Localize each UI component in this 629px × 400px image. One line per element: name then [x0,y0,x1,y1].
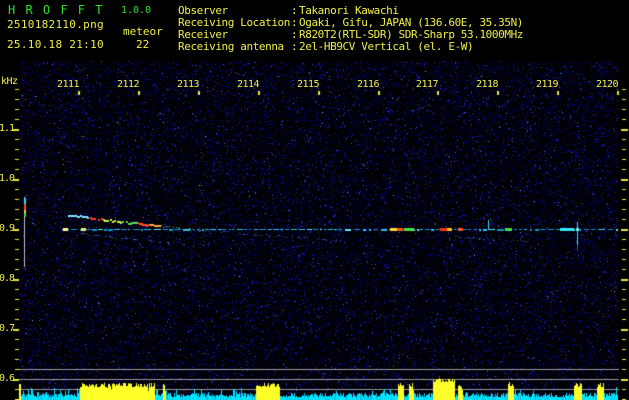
time-tick-label: 2116 [356,79,380,90]
time-tick-label: 2112 [116,79,140,90]
freq-tick-label: 1.1 [0,123,15,134]
time-tick-label: 2119 [535,79,559,90]
spectrogram-canvas [0,0,629,400]
app-title: H R O F F T [8,3,104,17]
freq-axis-unit-label: kHz [1,76,18,87]
app-version: 1.0.0 [121,5,152,16]
info-label: Receiving antenna [178,40,284,53]
freq-tick-label: 0.6 [0,373,15,384]
time-tick-label: 2117 [415,79,439,90]
time-tick-label: 2111 [56,79,80,90]
station-info-block: Observer: Takanori Kawachi Receiving Locat… [178,5,523,53]
output-filename: 2510182110.png [7,18,104,31]
time-tick-label: 2120 [595,79,619,90]
time-tick-label: 2118 [475,79,499,90]
freq-tick-label: 0.9 [0,223,15,234]
info-row: Receiving antenna:2el-HB9CV Vertical (el… [178,41,523,53]
freq-tick-label: 0.8 [0,273,15,284]
time-tick-label: 2113 [176,79,200,90]
mode-label: meteor [123,25,163,38]
info-separator: : [291,40,298,53]
hrofft-output: H R O F F T 1.0.0 2510182110.png meteor … [0,0,629,400]
time-tick-label: 2114 [236,79,260,90]
time-tick-label: 2115 [296,79,320,90]
datetime-label: 25.10.18 21:10 [7,38,104,51]
freq-tick-label: 1.0 [0,173,15,184]
echo-count: 22 [136,38,150,51]
freq-tick-label: 0.7 [0,323,15,334]
info-value: 2el-HB9CV Vertical (el. E-W) [299,40,474,53]
